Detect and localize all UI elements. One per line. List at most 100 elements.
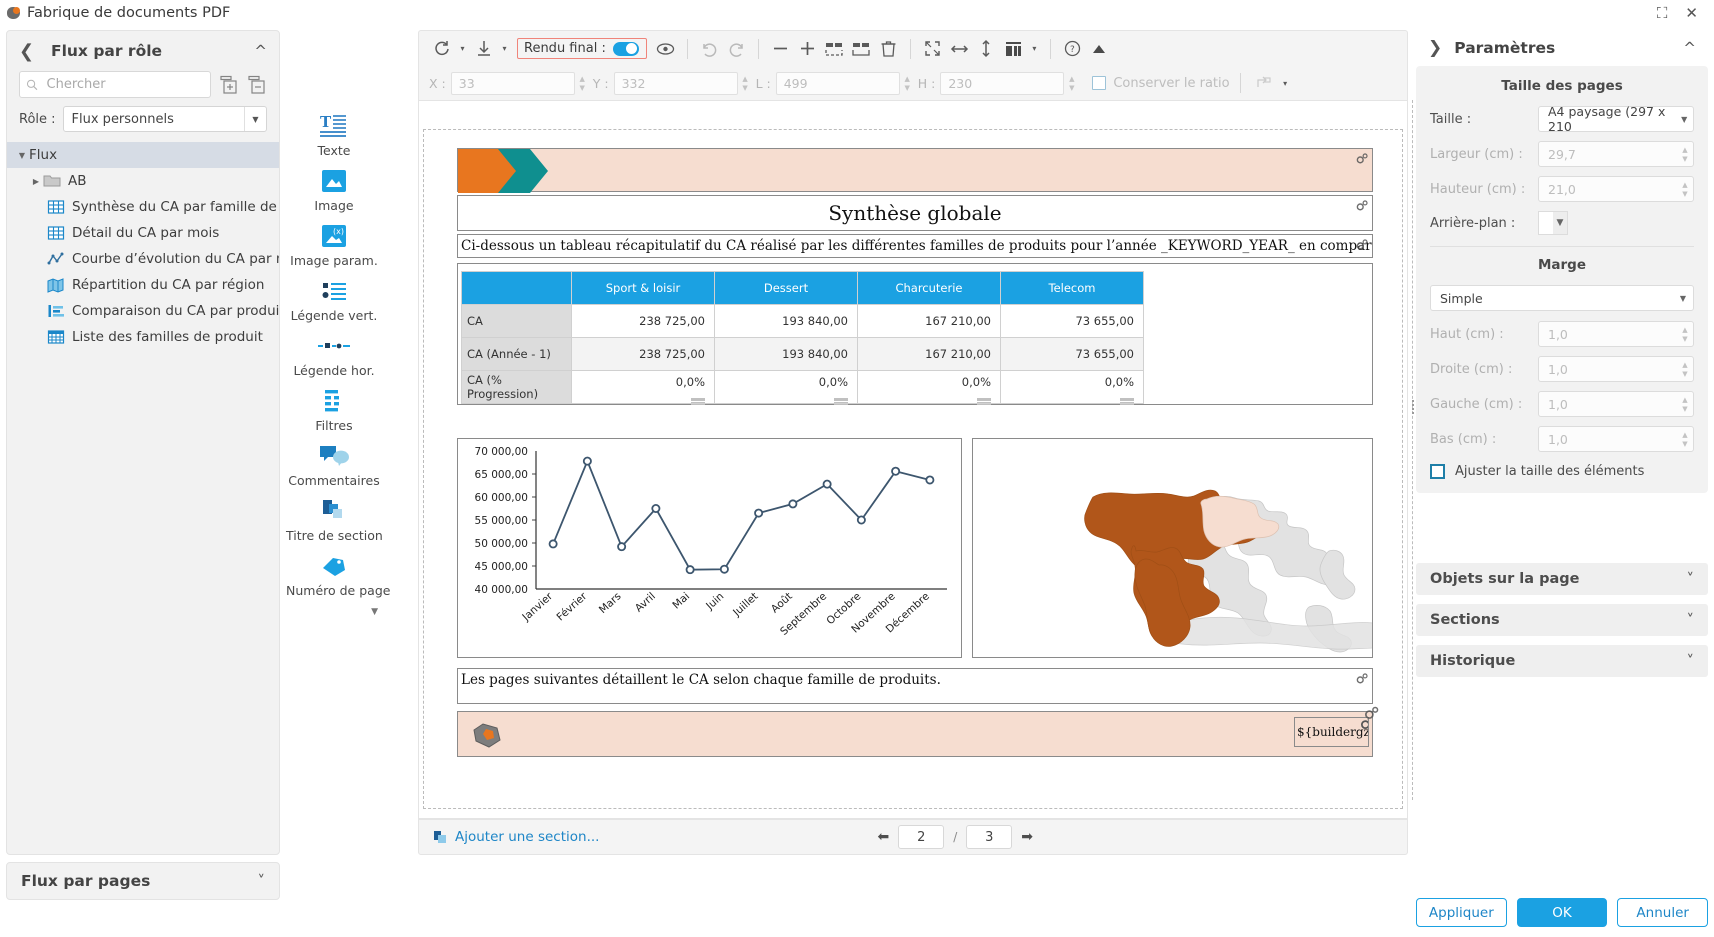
spinner-arrows[interactable]: ▲ ▼	[1677, 146, 1693, 162]
download-icon[interactable]	[471, 36, 496, 61]
x-spinner[interactable]: ▲▼	[450, 71, 590, 95]
margin-left-input[interactable]: 1,0 ▲ ▼	[1538, 391, 1694, 417]
document-note-block[interactable]: Les pages suivantes détaillent le CA sel…	[457, 668, 1373, 704]
chevron-up-icon[interactable]: ^	[1683, 39, 1696, 57]
margin-top-input[interactable]: 1,0 ▲ ▼	[1538, 321, 1694, 347]
palette-item-numero-page[interactable]: Numéro de page	[286, 550, 390, 598]
gears-icon[interactable]	[1355, 152, 1369, 166]
chevron-right-icon[interactable]: ❯	[1428, 38, 1442, 58]
triangle-up-icon[interactable]	[1087, 36, 1112, 61]
twisty-right-icon[interactable]: ▶	[29, 177, 43, 186]
gears-icon[interactable]	[1363, 705, 1380, 722]
margin-right-input[interactable]: 1,0 ▲ ▼	[1538, 356, 1694, 382]
accordion-objets-sur-la-page[interactable]: Objets sur la page ˅	[1416, 563, 1708, 595]
current-page-input[interactable]	[898, 825, 945, 849]
refresh-icon[interactable]	[429, 36, 454, 61]
tree-item-flux[interactable]: ▼ Flux	[7, 142, 279, 168]
adjust-elements-row[interactable]: Ajuster la taille des éléments	[1430, 464, 1694, 479]
eye-icon[interactable]	[653, 36, 678, 61]
adjust-elements-checkbox[interactable]	[1430, 464, 1445, 479]
chevron-down-icon[interactable]: ˅	[258, 872, 266, 890]
background-color-picker[interactable]: ▼	[1538, 211, 1568, 235]
insert-above-icon[interactable]	[822, 36, 847, 61]
footer-block[interactable]: ${buildergz	[457, 706, 1379, 757]
spinner-arrows[interactable]: ▲ ▼	[1064, 72, 1079, 95]
width-spinner[interactable]: ▲▼	[775, 71, 915, 95]
x-input[interactable]	[450, 71, 575, 95]
expand-all-icon[interactable]	[219, 75, 239, 95]
splitter-grip[interactable]	[1412, 400, 1415, 416]
document-title-block[interactable]: Synthèse globale	[457, 195, 1373, 231]
palette-item-texte[interactable]: T Texte	[286, 110, 382, 158]
size-select[interactable]: A4 paysage (297 x 210 ▼	[1538, 104, 1694, 134]
palette-item-legende-vert[interactable]: Légende vert.	[286, 275, 382, 323]
refresh-dropdown-caret[interactable]: ▾	[456, 36, 469, 61]
role-select[interactable]: Flux personnels ▼	[62, 106, 267, 132]
gears-icon[interactable]	[1355, 672, 1369, 686]
tree-item-repartition-region[interactable]: Répartition du CA par région	[7, 272, 279, 298]
chevron-down-icon[interactable]: ▼	[244, 107, 266, 131]
chevron-down-icon[interactable]: ˅	[1687, 611, 1695, 629]
apply-button[interactable]: Appliquer	[1416, 898, 1507, 927]
chevron-up-icon[interactable]: ^	[254, 42, 267, 60]
help-icon[interactable]: ?	[1060, 36, 1085, 61]
close-icon[interactable]: ✕	[1685, 5, 1698, 21]
palette-item-titre-section[interactable]: Titre de section	[286, 495, 383, 543]
plus-icon[interactable]	[795, 36, 820, 61]
fit-width-icon[interactable]	[947, 36, 972, 61]
palette-item-image-param[interactable]: (x) Image param.	[286, 220, 382, 268]
chevron-left-icon[interactable]: ❮	[19, 41, 41, 62]
ok-button[interactable]: OK	[1516, 898, 1608, 927]
chevron-down-icon[interactable]: ▼	[1553, 212, 1567, 234]
spinner-arrows[interactable]: ▲ ▼	[575, 72, 590, 95]
margin-preset-select[interactable]: Simple ▼	[1430, 285, 1694, 311]
fit-height-icon[interactable]	[974, 36, 999, 61]
document-intro-block[interactable]: Ci-dessous un tableau récapitulatif du C…	[457, 234, 1373, 258]
line-chart-block[interactable]: 40 000,00 45 000,00 50 000,00 55 000,00 60 0…	[457, 438, 962, 658]
map-block[interactable]	[972, 438, 1373, 658]
tree-item-ab[interactable]: ▶ AB	[7, 168, 279, 194]
tree-item-detail-ca-mois[interactable]: Détail du CA par mois	[7, 220, 279, 246]
columns-icon[interactable]	[1001, 36, 1026, 61]
palette-item-legende-hor[interactable]: Légende hor.	[286, 330, 382, 378]
columns-dropdown-caret[interactable]: ▾	[1028, 36, 1041, 61]
y-spinner[interactable]: ▲▼	[613, 71, 753, 95]
render-final-toggle[interactable]	[612, 41, 639, 56]
flows-by-pages-panel[interactable]: Flux par pages ˅	[6, 862, 280, 900]
footer-field-block[interactable]: ${buildergz	[1294, 717, 1369, 747]
spinner-arrows[interactable]: ▲ ▼	[1677, 326, 1693, 342]
add-section-button[interactable]: Ajouter une section...	[433, 829, 599, 845]
margin-bottom-input[interactable]: 1,0 ▲ ▼	[1538, 426, 1694, 452]
align-dropdown-caret[interactable]: ▾	[1279, 71, 1292, 96]
keep-ratio-group[interactable]: Conserver le ratio	[1092, 76, 1230, 91]
accordion-historique[interactable]: Historique ˅	[1416, 645, 1708, 677]
tree-item-synthese-ca-famille[interactable]: Synthèse du CA par famille de pro	[7, 194, 279, 220]
right-splitter[interactable]	[1412, 100, 1414, 800]
height-spinner[interactable]: ▲▼	[940, 71, 1079, 95]
trash-icon[interactable]	[876, 36, 901, 61]
cancel-button[interactable]: Annuler	[1617, 898, 1709, 927]
header-banner-block[interactable]	[457, 148, 1373, 193]
undo-icon[interactable]	[697, 36, 722, 61]
width-input[interactable]	[775, 71, 900, 95]
tree-item-comparaison-produit[interactable]: Comparaison du CA par produit	[7, 298, 279, 324]
minus-icon[interactable]	[768, 36, 793, 61]
height-input[interactable]	[940, 71, 1065, 95]
palette-item-filtres[interactable]: Filtres	[286, 385, 382, 433]
width-input[interactable]: 29,7 ▲ ▼	[1538, 141, 1694, 167]
spinner-arrows[interactable]: ▲ ▼	[1677, 361, 1693, 377]
align-icon[interactable]	[1251, 71, 1276, 96]
spinner-arrows[interactable]: ▲ ▼	[1677, 181, 1693, 197]
collapse-all-icon[interactable]	[247, 75, 267, 95]
insert-below-icon[interactable]	[849, 36, 874, 61]
chevron-down-icon[interactable]: ▼	[1675, 107, 1693, 131]
chevron-down-icon[interactable]: ˅	[1687, 570, 1695, 588]
chevron-down-icon[interactable]: ▼	[1673, 294, 1693, 303]
ca-table-block[interactable]: Sport & loisir Dessert Charcuterie Telec…	[457, 263, 1373, 405]
fit-screen-icon[interactable]	[920, 36, 945, 61]
search-input[interactable]	[44, 76, 204, 93]
tree-item-liste-familles[interactable]: Liste des familles de produit	[7, 324, 279, 350]
spinner-arrows[interactable]: ▲ ▼	[900, 72, 915, 95]
gears-icon[interactable]	[1355, 199, 1369, 213]
gears-icon[interactable]	[1355, 238, 1369, 252]
